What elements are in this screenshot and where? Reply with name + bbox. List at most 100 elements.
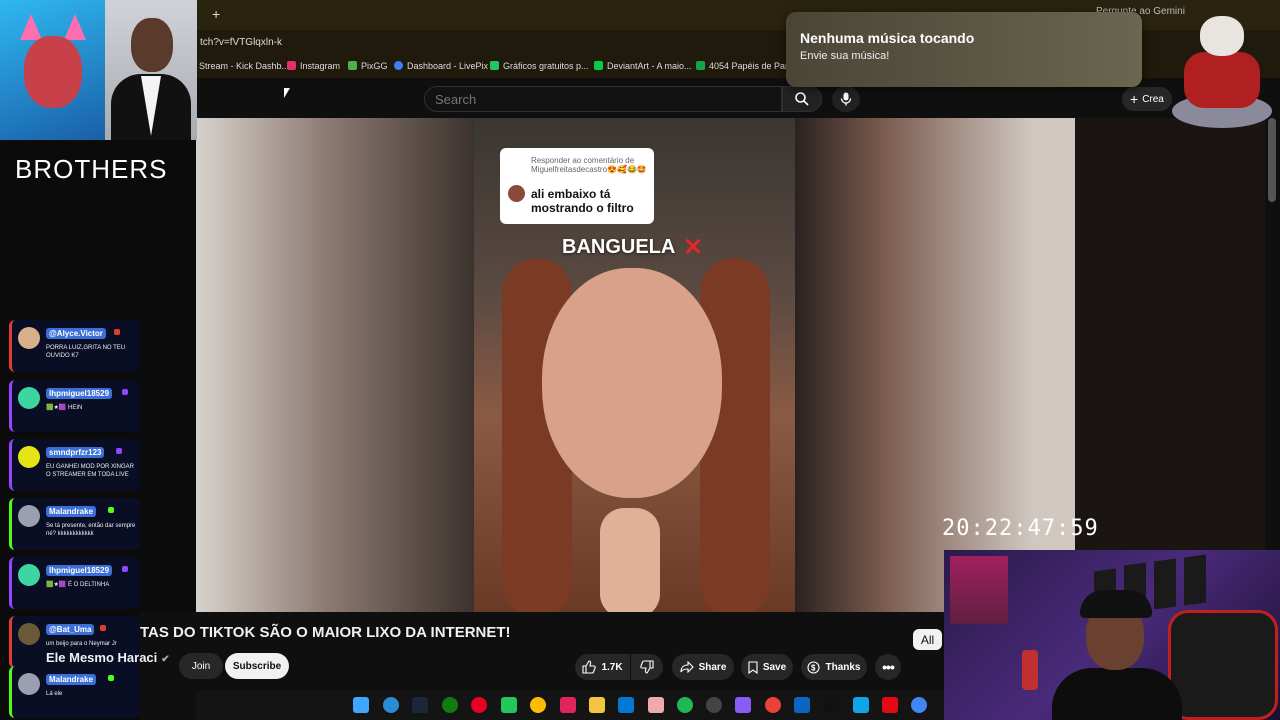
- wall-poster: [950, 556, 1008, 624]
- join-button[interactable]: Join: [179, 653, 223, 679]
- wall-panel: [1184, 554, 1206, 606]
- app-window-icon[interactable]: [853, 697, 869, 713]
- chat-avatar: [18, 446, 40, 468]
- bookmark-kick[interactable]: Stream - Kick Dashb...: [199, 61, 289, 71]
- page-scrollbar[interactable]: [1268, 118, 1276, 202]
- search-box[interactable]: [424, 86, 782, 112]
- chat-text: 🟩★🟪 HEIN: [46, 405, 83, 411]
- red-x-icon: ✕: [683, 234, 704, 261]
- wallpaper-icon: [696, 61, 705, 70]
- channel-name[interactable]: Ele Mesmo Haraci ✔: [46, 650, 170, 665]
- chat-message: Malandrake Se tá presente, então dar sem…: [9, 498, 140, 550]
- chat-message: smndprfzr123 EU GANHEI MOD POR XINGAR O …: [9, 439, 140, 491]
- obs-icon[interactable]: [706, 697, 722, 713]
- chat-text: Se tá presente, então dar sempre né? kkk…: [46, 523, 136, 537]
- video-face: [542, 268, 722, 498]
- svg-text:$: $: [811, 663, 816, 672]
- streamer: [1052, 584, 1182, 720]
- chat-message: @Alyce.Victor PORRA LUIZ,GRITA NO TEU OU…: [9, 320, 140, 372]
- thanks-label: Thanks: [825, 661, 861, 673]
- chat-text: PORRA LUIZ,GRITA NO TEU OUVIDO K7: [46, 345, 126, 359]
- pinterest-icon[interactable]: [471, 697, 487, 713]
- chrome-active-icon[interactable]: [911, 697, 927, 713]
- overlay-face: [24, 36, 82, 108]
- youtube-badge-icon: [100, 625, 106, 631]
- youtube-badge-icon: [114, 329, 120, 335]
- notes-icon[interactable]: [648, 697, 664, 713]
- create-button[interactable]: + Crea: [1122, 87, 1172, 111]
- music-prompt: Envie sua música!: [800, 50, 890, 62]
- chat-username: lhpmiguel18529: [46, 565, 113, 576]
- search-icon: [795, 92, 809, 106]
- chat-message: lhpmiguel18529 🟩★🟪 HEIN: [9, 380, 140, 432]
- xbox-icon[interactable]: [442, 697, 458, 713]
- spotify-icon[interactable]: [677, 697, 693, 713]
- bookmark-deviantart[interactable]: DeviantArt - A maio...: [594, 61, 692, 71]
- gaming-chair: [1168, 610, 1278, 720]
- app-b-icon[interactable]: [501, 697, 517, 713]
- app-icon[interactable]: [735, 697, 751, 713]
- filter-chip-all[interactable]: All: [913, 629, 942, 650]
- streamer-body: [1052, 668, 1182, 720]
- chat-message: Malandrake Lá ele: [9, 666, 140, 718]
- sprite-head: [1200, 16, 1244, 56]
- bookmark-icon: [748, 660, 758, 674]
- brothers-label: BROTHERS: [15, 154, 168, 184]
- chat-username: Malandrake: [46, 674, 97, 685]
- like-button[interactable]: 1.7K: [575, 654, 630, 680]
- tiktok-icon[interactable]: [823, 697, 839, 713]
- streamer-webcam: [944, 550, 1280, 720]
- folder-icon[interactable]: [589, 697, 605, 713]
- url-text[interactable]: tch?v=fVTGlqxln-k: [200, 37, 282, 48]
- share-icon: [680, 661, 694, 673]
- calculator-icon[interactable]: [794, 697, 810, 713]
- more-actions-button[interactable]: •••: [875, 654, 901, 680]
- sprite-body: [1184, 52, 1260, 108]
- music-status: Nenhuma música tocando: [800, 30, 975, 46]
- cat-ear-right: [64, 14, 86, 40]
- terminal-icon[interactable]: [618, 697, 634, 713]
- tiktok-comment-reply-card: Responder ao comentário de Miguelfreitas…: [500, 148, 654, 224]
- bookmark-graficos[interactable]: Gráficos gratuitos p...: [490, 61, 589, 71]
- bookmark-wallpapers[interactable]: 4054 Papéis de Pare...: [696, 61, 801, 71]
- mouse-cursor-icon: [284, 88, 290, 98]
- thanks-button[interactable]: $ Thanks: [801, 654, 867, 680]
- chat-text: 🟩★🟪 É O DELTINHA: [46, 582, 110, 588]
- subscribe-button[interactable]: Subscribe: [225, 653, 289, 679]
- chat-avatar: [18, 327, 40, 349]
- instagram-icon: [287, 61, 296, 70]
- bookmark-instagram[interactable]: Instagram: [287, 61, 340, 71]
- kick-badge-icon: [108, 507, 114, 513]
- microphone: [1022, 650, 1038, 690]
- bookmark-livepix[interactable]: Dashboard - LivePix: [394, 61, 488, 71]
- adobe-icon[interactable]: [560, 697, 576, 713]
- kratos-sprite-image: [1166, 8, 1278, 132]
- share-button[interactable]: Share: [672, 654, 734, 680]
- comment-reply-text: ali embaixo tá mostrando o filtro: [531, 187, 634, 215]
- twitch-badge-icon: [116, 448, 122, 454]
- chat-username: Malandrake: [46, 506, 97, 517]
- edge-icon[interactable]: [383, 697, 399, 713]
- new-tab-button[interactable]: +: [212, 6, 220, 22]
- bookmark-pixgg[interactable]: PixGG: [348, 61, 388, 71]
- windows-start-icon[interactable]: [353, 697, 369, 713]
- chat-username: @Bat_Uma: [46, 624, 95, 635]
- dislike-button[interactable]: [631, 654, 663, 680]
- chat-text: Lá ele: [46, 691, 63, 697]
- chat-text: EU GANHEI MOD POR XINGAR O STREAMER EM T…: [46, 464, 135, 478]
- verified-icon: ✔: [161, 654, 170, 665]
- plus-icon: +: [1130, 91, 1139, 107]
- photos-icon[interactable]: [765, 697, 781, 713]
- more-icon: •••: [882, 659, 895, 675]
- chrome-icon[interactable]: [530, 697, 546, 713]
- save-button[interactable]: Save: [741, 654, 793, 680]
- search-button[interactable]: [782, 86, 822, 112]
- chat-avatar: [18, 623, 40, 645]
- search-input[interactable]: [425, 87, 781, 111]
- screen: + Pergunte ao Gemini tch?v=fVTGlqxln-k S…: [0, 0, 1280, 720]
- netflix-icon[interactable]: [882, 697, 898, 713]
- microphone-icon: [840, 92, 852, 106]
- voice-search-button[interactable]: [832, 86, 860, 112]
- twitch-badge-icon: [122, 566, 128, 572]
- steam-icon[interactable]: [412, 697, 428, 713]
